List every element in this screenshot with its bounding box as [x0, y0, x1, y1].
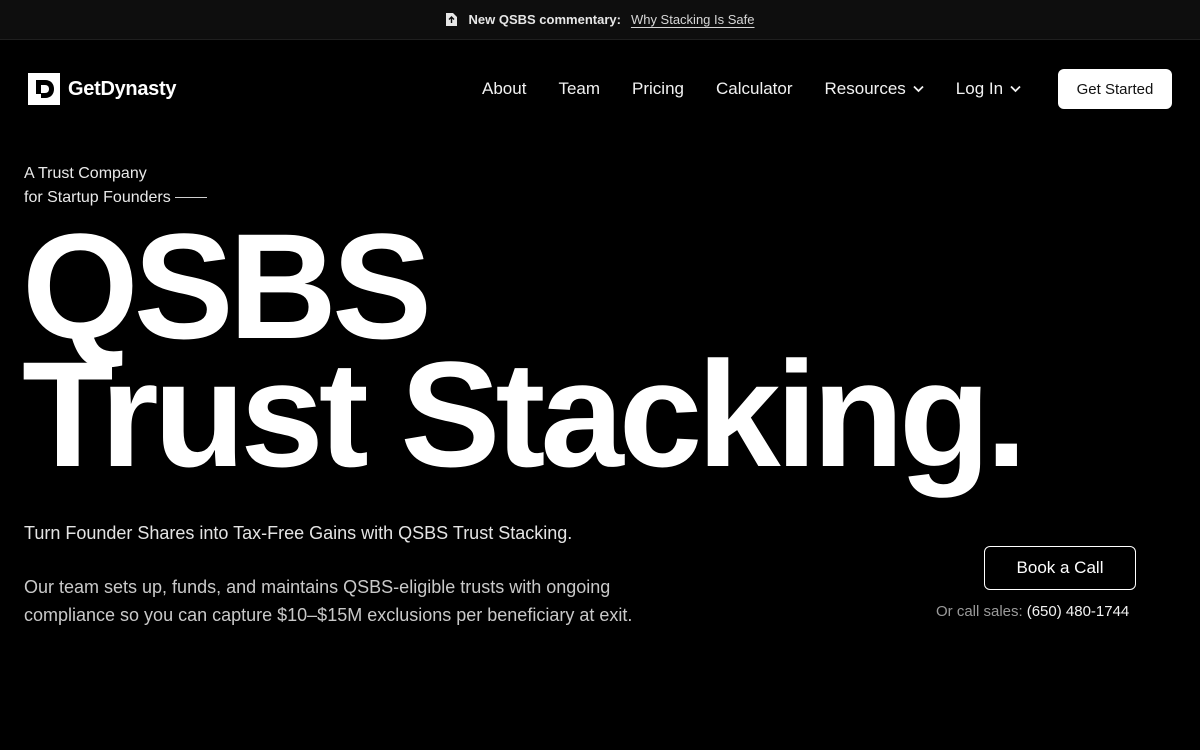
brand-name: GetDynasty [68, 77, 177, 100]
hero-headline: QSBS Trust Stacking. [22, 211, 1027, 498]
nav-item-label: Pricing [632, 79, 684, 98]
nav-item-label: Log In [955, 79, 1004, 98]
get-started-button[interactable]: Get Started [1058, 69, 1172, 109]
sales-phone-link[interactable]: (650) 480-1744 [1027, 603, 1130, 620]
book-call-button[interactable]: Book a Call [984, 546, 1136, 590]
main-nav: GetDynasty About Team Pricing Calculator… [0, 41, 1200, 137]
nav-item-label: About [482, 79, 527, 98]
chevron-down-icon [1010, 85, 1021, 93]
chevron-down-icon [913, 85, 924, 93]
nav-item-label: Team [558, 79, 601, 98]
eyebrow-line-1: A Trust Company [24, 165, 147, 182]
brand-logo[interactable]: GetDynasty [28, 73, 176, 105]
nav-item-pricing[interactable]: Pricing [632, 79, 684, 99]
document-icon [445, 13, 457, 26]
call-sales-label: Or call sales: [936, 603, 1023, 620]
nav-item-resources[interactable]: Resources [825, 79, 924, 99]
nav-menu: About Team Pricing Calculator Resources … [482, 79, 1021, 99]
hero-subheadline: Turn Founder Shares into Tax-Free Gains … [24, 523, 573, 543]
nav-item-login[interactable]: Log In [956, 79, 1021, 99]
nav-item-about[interactable]: About [482, 79, 526, 99]
announcement-link[interactable]: Why Stacking Is Safe [631, 12, 755, 27]
eyebrow-rule [174, 197, 207, 199]
nav-item-team[interactable]: Team [558, 79, 600, 99]
announcement-bar: New QSBS commentary: Why Stacking Is Saf… [0, 0, 1200, 40]
announcement-label: New QSBS commentary: [468, 12, 621, 27]
headline-line-2: Trust Stacking. [22, 330, 1027, 498]
hero-description: Our team sets up, funds, and maintains Q… [24, 577, 633, 625]
nav-item-label: Resources [824, 79, 906, 98]
logo-mark-icon [28, 73, 60, 105]
nav-item-label: Calculator [715, 79, 793, 98]
nav-item-calculator[interactable]: Calculator [716, 79, 793, 99]
call-sales: Or call sales: (650) 480-1744 [936, 603, 1129, 620]
